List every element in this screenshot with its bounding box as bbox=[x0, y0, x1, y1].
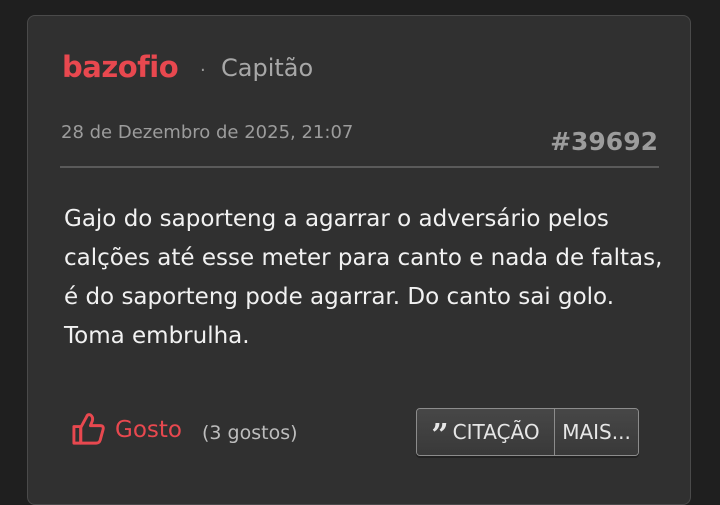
author-rank-separator: · bbox=[200, 60, 206, 81]
post-number-link[interactable]: #39692 bbox=[550, 127, 658, 156]
quote-button[interactable]: ” CITAÇÃO bbox=[417, 409, 554, 455]
more-label: MAIS... bbox=[562, 420, 631, 444]
post-action-buttons: ” CITAÇÃO MAIS... bbox=[416, 408, 639, 456]
quote-icon: ” bbox=[431, 418, 449, 453]
header-divider bbox=[60, 166, 659, 168]
post-card: bazofio · Capitão 28 de Dezembro de 2025… bbox=[27, 15, 691, 505]
post-author[interactable]: bazofio bbox=[62, 50, 179, 84]
quote-label: CITAÇÃO bbox=[452, 420, 540, 444]
like-label: Gosto bbox=[115, 416, 182, 443]
like-count: (3 gostos) bbox=[202, 422, 298, 444]
like-button[interactable]: Gosto bbox=[71, 412, 182, 447]
post-body: Gajo do saporteng a agarrar o adversário… bbox=[64, 206, 663, 349]
author-rank: Capitão bbox=[221, 54, 314, 82]
post-date: 28 de Dezembro de 2025, 21:07 bbox=[61, 122, 354, 143]
more-button[interactable]: MAIS... bbox=[554, 409, 638, 455]
thumbs-up-icon bbox=[72, 413, 105, 445]
